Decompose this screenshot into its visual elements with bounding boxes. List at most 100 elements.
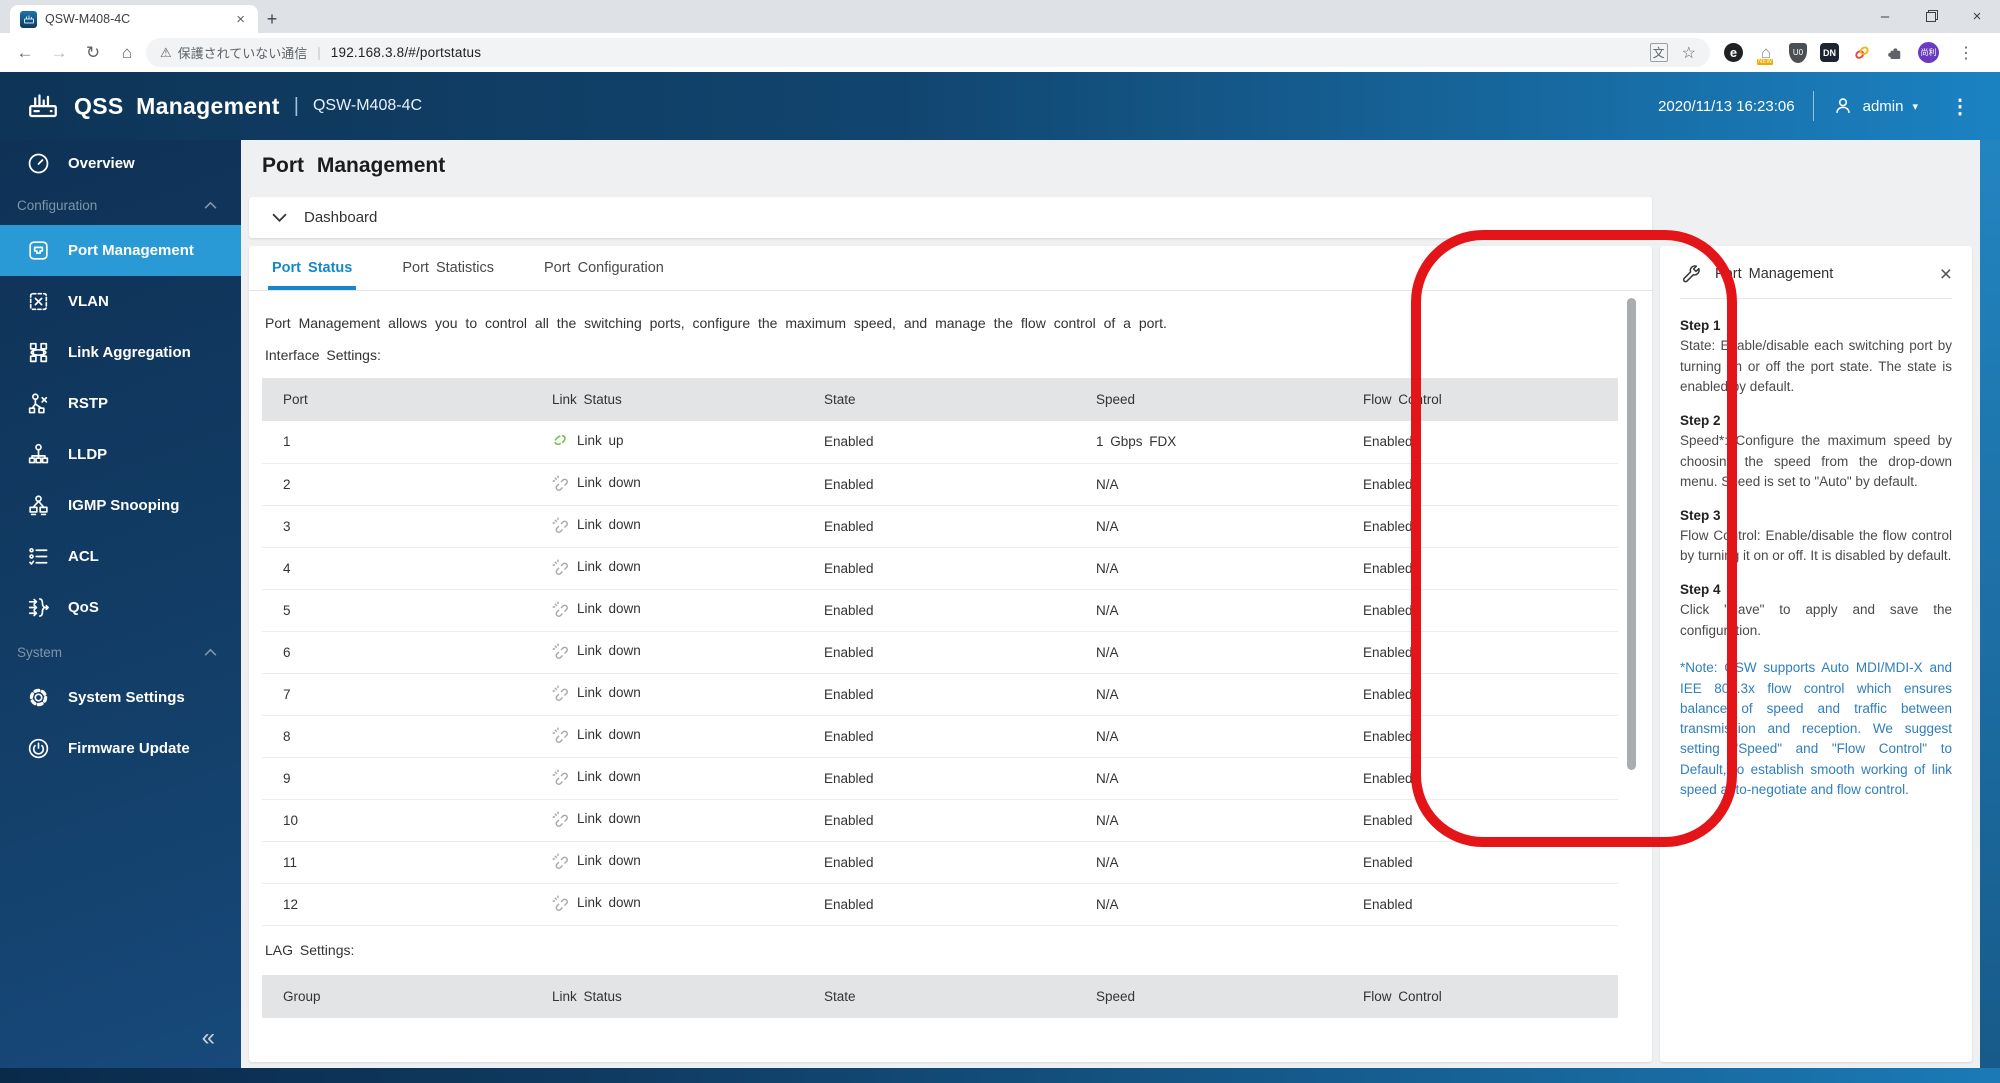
window-restore-button[interactable] — [1908, 0, 1954, 33]
right-edge-strip — [1980, 140, 2000, 1083]
sidebar-item-label: VLAN — [68, 293, 109, 310]
sidebar-item-lldp[interactable]: LLDP — [0, 429, 241, 480]
table-row: 9 Link down Enabled N/A Enabled — [262, 757, 1618, 800]
cell-flow-control: Enabled — [1342, 715, 1618, 758]
browser-toolbar: ← → ↻ ⌂ ⚠ 保護されていない通信 | 192.168.3.8/#/port… — [0, 33, 2000, 72]
qos-icon — [25, 595, 51, 621]
tab-bar: Port Status Port Statistics Port Configura… — [249, 246, 1652, 291]
wrench-icon — [1682, 265, 1700, 283]
cell-link-status: Link down — [531, 673, 803, 716]
cell-state: Enabled — [803, 715, 1075, 758]
chevron-up-icon — [204, 201, 217, 209]
sidebar-item-label: RSTP — [68, 395, 109, 412]
sidebar: Overview Configuration Port Management VL… — [0, 140, 241, 1068]
tab-close-icon[interactable]: × — [233, 11, 248, 28]
column-header: Link Status — [531, 974, 803, 1018]
sidebar-item-qos[interactable]: QoS — [0, 582, 241, 633]
column-header: State — [803, 378, 1075, 421]
table-row: 12 Link down Enabled N/A Enabled — [262, 883, 1618, 926]
cell-link-status: Link down — [531, 589, 803, 632]
sidebar-item-acl[interactable]: ACL — [0, 531, 241, 582]
cell-state: Enabled — [803, 421, 1075, 464]
cell-state: Enabled — [803, 463, 1075, 506]
link-status-text: Link down — [577, 811, 641, 826]
window-close-button[interactable]: × — [1954, 0, 2000, 33]
extensions-puzzle-icon[interactable] — [1885, 43, 1905, 63]
extension-link-icon[interactable] — [1852, 43, 1872, 63]
sidebar-item-label: System Settings — [68, 689, 185, 706]
app-menu-icon[interactable]: ⋮ — [1946, 94, 1974, 119]
browser-tab-bar: QSW-M408-4C × + – × — [0, 0, 2000, 33]
new-badge: NEW — [1757, 58, 1773, 65]
extension-shield-icon[interactable]: U0 — [1789, 42, 1807, 63]
sidebar-item-system-settings[interactable]: System Settings — [0, 672, 241, 723]
cell-flow-control: Enabled — [1342, 799, 1618, 842]
link-down-icon — [552, 559, 568, 575]
forward-icon[interactable]: → — [44, 38, 74, 68]
translate-icon[interactable]: 文 — [1649, 43, 1668, 62]
sidebar-item-port-management[interactable]: Port Management — [0, 225, 241, 276]
extension-dn-icon[interactable]: DN — [1820, 43, 1839, 62]
sidebar-item-rstp[interactable]: RSTP — [0, 378, 241, 429]
cell-port: 8 — [262, 715, 531, 758]
dashboard-collapsible[interactable]: Dashboard — [249, 197, 1652, 238]
datetime: 2020/11/13 16:23:06 — [1658, 97, 1795, 115]
profile-avatar[interactable]: 尚利 — [1918, 42, 1939, 63]
table-row: 4 Link down Enabled N/A Enabled — [262, 547, 1618, 590]
device-model: QSW-M408-4C — [312, 97, 423, 114]
sidebar-collapse-button[interactable]: « — [202, 1024, 215, 1052]
tab-port-configuration[interactable]: Port Configuration — [544, 246, 664, 290]
sidebar-item-link-aggregation[interactable]: Link Aggregation — [0, 327, 241, 378]
cell-link-status: Link up — [531, 421, 803, 464]
close-icon[interactable]: × — [1940, 264, 1952, 285]
sidebar-section-system[interactable]: System — [0, 633, 241, 672]
sidebar-item-label: Link Aggregation — [68, 344, 191, 361]
sidebar-item-label: LLDP — [68, 446, 108, 463]
table-row: 6 Link down Enabled N/A Enabled — [262, 631, 1618, 674]
address-bar[interactable]: ⚠ 保護されていない通信 | 192.168.3.8/#/portstatus 文… — [146, 38, 1710, 67]
sidebar-item-vlan[interactable]: VLAN — [0, 276, 241, 327]
extension-weather-icon[interactable]: ⌂ NEW — [1756, 43, 1776, 65]
sidebar-item-label: Port Management — [68, 242, 194, 259]
interface-table: Port Link Status State Speed Flow Control 1L… — [262, 378, 1618, 926]
tab-port-status[interactable]: Port Status — [267, 246, 357, 290]
column-header: Group — [262, 974, 531, 1018]
tab-title: QSW-M408-4C — [45, 12, 131, 26]
sidebar-item-overview[interactable]: Overview — [0, 140, 241, 186]
sidebar-item-igmp-snooping[interactable]: IGMP Snooping — [0, 480, 241, 531]
cell-flow-control: Enabled — [1342, 673, 1618, 716]
help-note: *Note: QSW supports Auto MDI/MDI-X and I… — [1680, 660, 1952, 797]
window-minimize-button[interactable]: – — [1862, 0, 1908, 33]
browser-tab[interactable]: QSW-M408-4C × — [10, 5, 258, 33]
new-tab-button[interactable]: + — [258, 5, 286, 33]
lag-table: Group Link Status State Speed Flow Control — [262, 974, 1618, 1052]
user-menu[interactable]: admin ▾ — [1832, 95, 1918, 117]
browser-menu-icon[interactable]: ⋮ — [1952, 43, 1980, 63]
cell-state: Enabled — [803, 673, 1075, 716]
cell-link-status: Link down — [531, 463, 803, 506]
scrollbar-thumb[interactable] — [1627, 298, 1636, 770]
sidebar-section-configuration[interactable]: Configuration — [0, 186, 241, 225]
sidebar-item-firmware-update[interactable]: Firmware Update — [0, 723, 241, 774]
port-status-card: Port Status Port Statistics Port Configura… — [249, 246, 1652, 1062]
chevron-down-icon: ▾ — [1912, 100, 1918, 113]
extension-icons: e ⌂ NEW U0 DN 尚利 ⋮ — [1714, 42, 1990, 65]
reload-icon[interactable]: ↻ — [78, 38, 108, 68]
help-step-heading: Step 4 — [1680, 582, 1721, 598]
back-icon[interactable]: ← — [10, 38, 40, 68]
link-status-text: Link down — [577, 559, 641, 574]
cell-port: 12 — [262, 883, 531, 926]
bookmark-star-icon[interactable]: ☆ — [1682, 43, 1696, 63]
security-warning[interactable]: ⚠ 保護されていない通信 — [160, 43, 307, 62]
extension-e-icon[interactable]: e — [1724, 43, 1743, 62]
url-text[interactable]: 192.168.3.8/#/portstatus — [331, 45, 481, 60]
table-row: 8 Link down Enabled N/A Enabled — [262, 715, 1618, 758]
home-icon[interactable]: ⌂ — [112, 38, 142, 68]
help-panel-title: Port Management — [1715, 266, 1834, 282]
tab-port-statistics[interactable]: Port Statistics — [402, 246, 494, 290]
cell-flow-control: Enabled — [1342, 631, 1618, 674]
link-down-icon — [552, 643, 568, 659]
main-content: Port Management Dashboard Port Status Por… — [241, 140, 1980, 1068]
cell-flow-control: Enabled — [1342, 589, 1618, 632]
user-name: admin — [1862, 97, 1904, 115]
